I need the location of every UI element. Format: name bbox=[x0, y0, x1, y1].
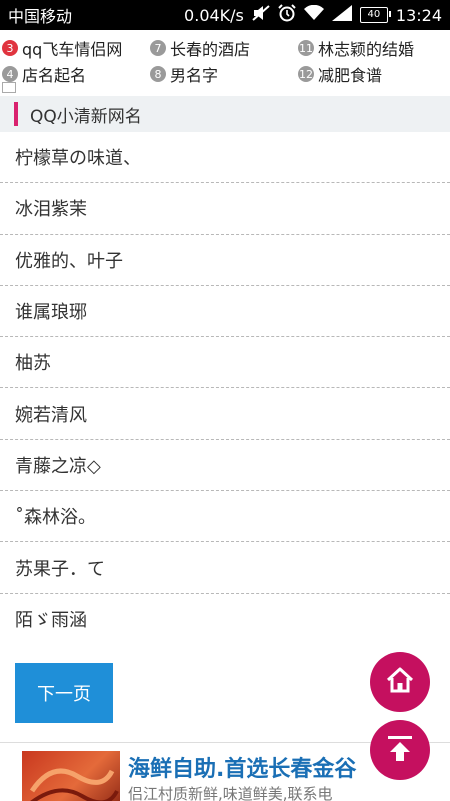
battery-icon: 40 bbox=[359, 7, 391, 23]
list-item[interactable]: 陌ゞ雨涵 bbox=[0, 594, 450, 645]
mute-icon bbox=[252, 5, 270, 25]
signal-icon bbox=[331, 5, 352, 25]
rank-badge: 8 bbox=[150, 66, 166, 82]
home-button[interactable] bbox=[370, 652, 430, 712]
ad-title: 海鲜自助.首选长春金谷 bbox=[128, 757, 357, 782]
hot-link-7[interactable]: 7 长春的酒店 bbox=[150, 36, 250, 60]
list-item[interactable]: 冰泪紫茉 bbox=[0, 183, 450, 235]
rank-badge: 4 bbox=[2, 66, 18, 82]
list-item[interactable]: 青藤之凉◇ bbox=[0, 440, 450, 492]
section-accent-bar bbox=[14, 102, 18, 126]
name-list: 柠檬草の味道、 冰泪紫茉 优雅的、叶子 谁属琅琊 柚苏 婉若清风 青藤之凉◇ ˚… bbox=[0, 132, 450, 645]
rank-badge: 3 bbox=[2, 40, 18, 56]
list-item[interactable]: 苏果子．て bbox=[0, 542, 450, 594]
clock: 13:24 bbox=[395, 5, 442, 25]
back-to-top-button[interactable] bbox=[370, 720, 430, 780]
hot-link-3[interactable]: 3 qq飞车情侣网 bbox=[2, 36, 122, 60]
wifi-icon bbox=[303, 4, 324, 25]
list-item[interactable]: 柠檬草の味道、 bbox=[0, 132, 450, 184]
hot-link-label: qq飞车情侣网 bbox=[22, 40, 123, 59]
home-icon bbox=[385, 666, 415, 698]
rank-badge: 12 bbox=[298, 66, 314, 82]
rank-badge: 11 bbox=[298, 40, 314, 56]
ad-image bbox=[22, 751, 120, 801]
back-to-top-icon bbox=[385, 733, 415, 767]
section-title: QQ小清新网名 bbox=[30, 106, 142, 127]
status-icons: 0.04K/s 40 13:24 bbox=[184, 4, 442, 26]
carrier-label: 中国移动 bbox=[8, 7, 73, 26]
list-item[interactable]: 谁属琅琊 bbox=[0, 286, 450, 338]
hot-link-8[interactable]: 8 男名字 bbox=[150, 62, 218, 86]
hot-link-label: 男名字 bbox=[170, 66, 219, 85]
hot-link-label: 店名起名 bbox=[22, 66, 87, 85]
list-item[interactable]: ˚森林浴。 bbox=[0, 491, 450, 543]
hot-link-12[interactable]: 12 减肥食谱 bbox=[298, 62, 382, 86]
hot-link-11[interactable]: 11 林志颖的结婚 bbox=[298, 36, 414, 60]
hot-link-label: 长春的酒店 bbox=[170, 40, 251, 59]
alarm-icon bbox=[278, 4, 296, 26]
next-page-button[interactable]: 下一页 bbox=[15, 663, 113, 723]
hot-links: 3 qq飞车情侣网 7 长春的酒店 11 林志颖的结婚 4 店名起名 8 男名字… bbox=[0, 32, 450, 88]
ad-description: 侣江村质新鲜,味道鲜美,联系电 bbox=[128, 785, 333, 801]
mail-icon bbox=[2, 82, 16, 93]
section-header: QQ小清新网名 bbox=[0, 96, 450, 132]
status-bar: 中国移动 0.04K/s 40 13:24 bbox=[0, 0, 450, 30]
list-item[interactable]: 柚苏 bbox=[0, 337, 450, 389]
rank-badge: 7 bbox=[150, 40, 166, 56]
battery-level: 40 bbox=[367, 9, 381, 20]
hot-link-label: 减肥食谱 bbox=[318, 66, 383, 85]
hot-link-label: 林志颖的结婚 bbox=[318, 40, 415, 59]
list-item[interactable]: 优雅的、叶子 bbox=[0, 235, 450, 286]
list-item[interactable]: 婉若清风 bbox=[0, 388, 450, 440]
network-speed: 0.04K/s bbox=[184, 5, 244, 25]
